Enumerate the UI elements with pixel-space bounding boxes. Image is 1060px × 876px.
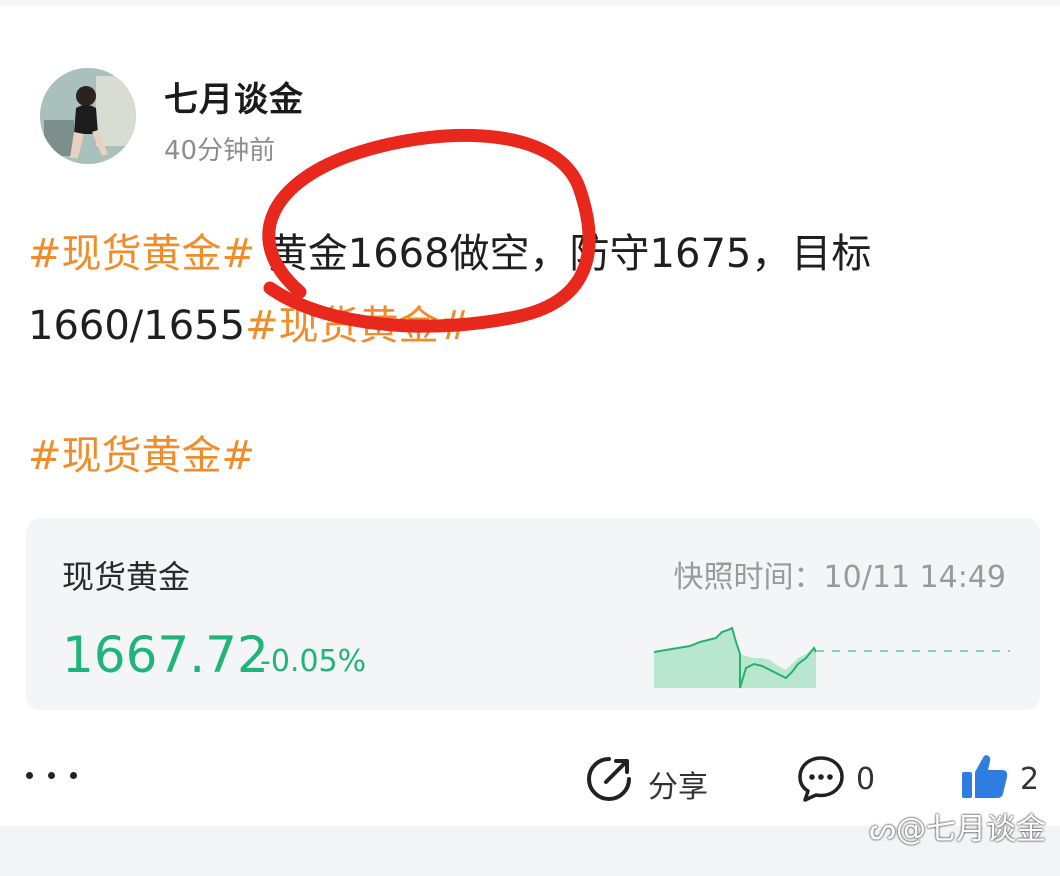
post-time: 40分钟前 (164, 136, 276, 166)
more-icon (48, 772, 55, 779)
snapshot-label: 快照时间： (673, 560, 824, 595)
author-name[interactable]: 七月谈金 (164, 72, 304, 121)
quote-change: -0.05% (260, 644, 367, 679)
more-icon (70, 772, 77, 779)
post-line-2: 1660/1655#现货黄金# (28, 290, 988, 362)
hashtag-link[interactable]: #现货黄金# (245, 303, 472, 349)
more-icon (26, 772, 33, 779)
thumbs-up-icon (962, 755, 1008, 798)
snapshot-time: 快照时间：10/11 14:49 (674, 552, 1006, 596)
post-line-1: #现货黄金# 黄金1668做空，防守1675，目标 (28, 218, 988, 290)
top-divider (0, 0, 1060, 6)
price-sparkline (653, 626, 1010, 689)
quote-card[interactable]: 现货黄金 快照时间：10/11 14:49 1667.72 -0.05% (26, 518, 1040, 710)
quote-name: 现货黄金 (62, 558, 191, 596)
post-text-segment: 黄金1668做空，防守1675，目标 (255, 231, 872, 277)
quote-price: 1667.72 (62, 626, 269, 684)
share-label: 分享 (648, 770, 708, 805)
post-text: #现货黄金# 黄金1668做空，防守1675，目标 1660/1655#现货黄金… (28, 218, 988, 362)
weibo-icon: ᔕ (869, 812, 896, 847)
avatar[interactable] (40, 68, 136, 164)
snapshot-value: 10/11 14:49 (823, 560, 1006, 595)
comment-icon (798, 756, 844, 802)
comment-count: 0 (856, 762, 876, 797)
post-header: 七月谈金 40分钟前 (40, 68, 1020, 168)
watermark: ᔕ@七月谈金 (869, 804, 1046, 848)
hashtag-link[interactable]: #现货黄金# (28, 420, 255, 492)
hashtag-link[interactable]: #现货黄金# (28, 231, 255, 277)
watermark-text: @七月谈金 (896, 812, 1046, 847)
more-button[interactable] (26, 758, 86, 794)
like-count: 2 (1020, 762, 1040, 797)
post-text-segment: 1660/1655 (28, 303, 246, 349)
share-icon (587, 757, 631, 801)
